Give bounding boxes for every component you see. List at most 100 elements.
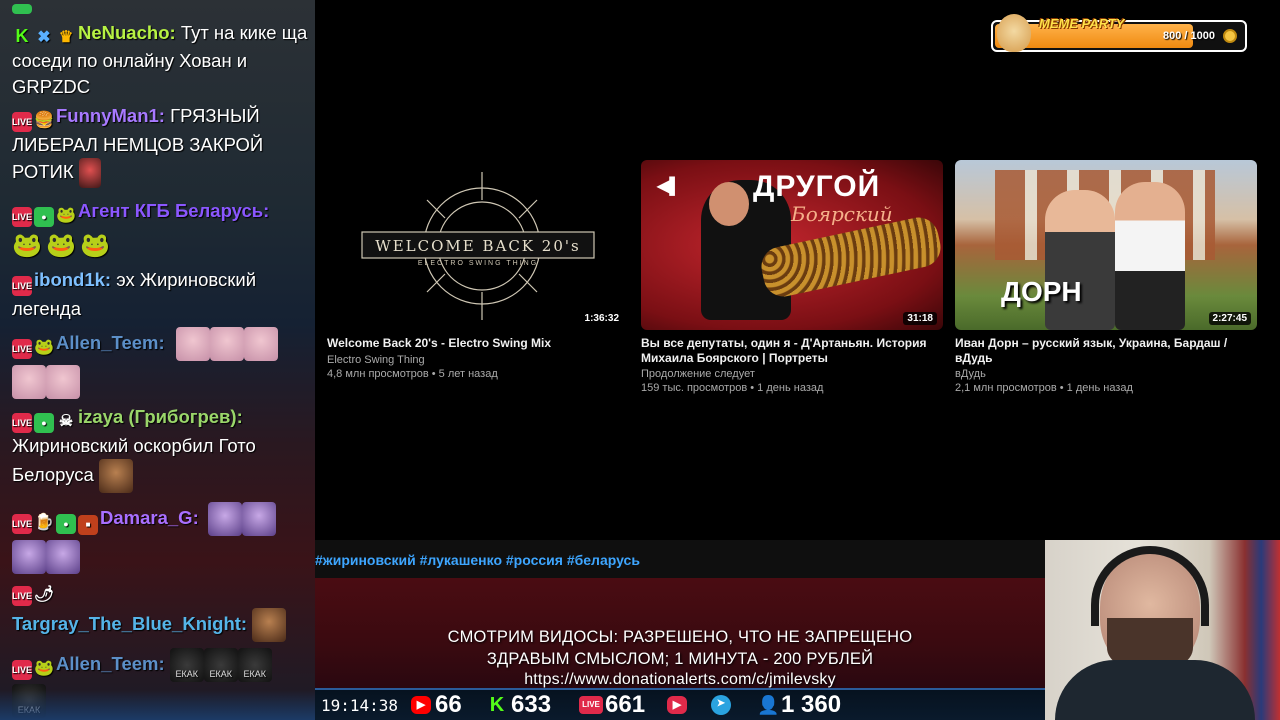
chat-message: LIVE ibond1k: эх Жириновский легенда xyxy=(12,267,308,322)
headphones-icon xyxy=(1091,546,1209,626)
chat-nick[interactable]: FunnyMan1 xyxy=(56,105,159,126)
meme-party-label: MEME PARTY xyxy=(1039,16,1125,31)
face-emote-icon xyxy=(252,608,287,642)
live-badge-icon: LIVE xyxy=(12,276,32,296)
streamer-body-icon xyxy=(1055,660,1255,720)
live-badge-icon: LIVE xyxy=(12,513,32,534)
stream-clock: 19:14:38 xyxy=(321,696,399,715)
live-badge-icon: LIVE xyxy=(12,659,32,680)
video-meta: 2,1 млн просмотров • 1 день назад xyxy=(955,382,1133,394)
video-thumbnail-title: ДОРН xyxy=(1001,276,1082,307)
video-thumbnail[interactable]: ДОРН 2:27:45 xyxy=(955,160,1257,330)
coin-icon xyxy=(1223,29,1237,43)
video-thumbnail-title: WELCOME BACK 20's xyxy=(375,237,581,255)
cat-emote-icon: ЕКАК xyxy=(12,684,46,718)
burger-badge-icon: 🍔 xyxy=(34,112,54,129)
meme-party-count: 800 / 1000 xyxy=(1163,30,1215,42)
chat-nick[interactable]: ibond1k xyxy=(34,269,105,290)
video-channel[interactable]: вДудь xyxy=(955,367,986,382)
banner-donation-link[interactable]: https://www.donationalerts.com/c/jmilevs… xyxy=(315,671,1045,689)
live-badge-icon: LIVE xyxy=(12,586,32,606)
video-duration: 31:18 xyxy=(903,312,937,325)
chat-message: K ✖ ♛ NeNuacho: Тут на кике ща соседи по он… xyxy=(12,20,308,100)
video-title[interactable]: Иван Дорн – русский язык, Украина, Барда… xyxy=(955,336,1255,366)
stream-status-bar: 19:14:38 ▶ 66 K 633 LIVE 661 ▶ ➤ 👤 1 360 xyxy=(315,688,1045,720)
video-channel[interactable]: Electro Swing Thing xyxy=(327,353,425,368)
telegram-icon: ➤ xyxy=(711,695,731,715)
video-title[interactable]: Вы все депутаты, один я - Д'Артаньян. Ис… xyxy=(641,336,941,366)
meme-party-progress: MEME PARTY 800 / 1000 xyxy=(991,14,1247,52)
skull-badge-icon: ☠ xyxy=(58,413,74,430)
face-emote-icon xyxy=(209,327,244,361)
chat-nick-separator: : xyxy=(263,200,270,221)
frog-badge-icon: 🐸 xyxy=(34,659,54,677)
frog-emote-icon: 🐸 xyxy=(12,232,42,259)
chat-message: LIVE 🍺 ● ■ Damara_G: xyxy=(12,502,308,574)
face-emote-icon xyxy=(175,327,210,361)
live-badge-icon: LIVE xyxy=(12,338,32,359)
green-badge-icon: ● xyxy=(56,513,76,534)
video-thumbnail[interactable]: ДРУГОЙ Боярский ◀▌ 31:18 xyxy=(641,160,943,330)
chat-nick[interactable]: Allen_Teem xyxy=(56,653,158,674)
doge-icon xyxy=(997,14,1031,52)
streamer-webcam xyxy=(1045,540,1280,720)
channel-logo-icon: ◀▌ xyxy=(657,178,681,195)
chat-panel: K ✖ ♛ NeNuacho: Тут на кике ща соседи по он… xyxy=(0,0,315,720)
chat-nick-separator: : xyxy=(158,652,165,674)
green-badge-icon: ● xyxy=(34,207,54,227)
video-hashtags[interactable]: #жириновский #лукашенко #россия #беларус… xyxy=(315,540,1045,578)
video-duration: 1:36:32 xyxy=(580,312,623,325)
video-channel[interactable]: Продолжение следует xyxy=(641,367,755,382)
total-viewer-count: 1 360 xyxy=(781,691,842,718)
vk-live-icon: LIVE xyxy=(579,696,603,714)
emote-face-icon xyxy=(78,158,101,188)
video-thumbnail-subtitle: ELECTRO SWING THING xyxy=(417,260,539,267)
chat-nick-separator: : xyxy=(192,506,199,528)
chat-nick-separator: : xyxy=(169,22,176,43)
chat-nick-separator: : xyxy=(104,269,112,290)
chat-text: Жириновский оскорбил Гото Белоруса xyxy=(12,435,256,485)
face-emote-icon xyxy=(46,365,80,399)
sword-badge-icon: ✖ xyxy=(37,29,51,46)
youtube-viewer-count: 66 xyxy=(435,691,462,718)
chat-nick[interactable]: NeNuacho xyxy=(78,22,170,43)
video-thumbnail-title: ДРУГОЙ xyxy=(753,170,881,203)
face-emote-icon xyxy=(12,365,46,399)
frog-emote-icon: 🐸 xyxy=(80,232,110,259)
face-emote-icon xyxy=(243,327,278,361)
frog-badge-icon: 🐸 xyxy=(34,338,54,356)
chat-nick-separator: : xyxy=(158,331,165,353)
video-thumbnail-subtitle: Боярский xyxy=(791,202,893,226)
chat-message: LIVE ● 🐸 Агент КГБ Беларусь: 🐸 🐸 🐸 xyxy=(12,198,308,263)
live-badge-icon: LIVE xyxy=(12,413,32,433)
cat-emote-icon: ЕКАК xyxy=(203,648,238,682)
vk-live-viewer-count: 661 xyxy=(605,691,646,718)
youtube-icon: ▶ xyxy=(411,696,431,714)
video-title[interactable]: Welcome Back 20's - Electro Swing Mix xyxy=(327,336,627,351)
frog-emote-icon: 🐸 xyxy=(46,232,76,259)
kick-icon: K xyxy=(489,694,505,716)
video-thumbnail[interactable]: WELCOME BACK 20's ELECTRO SWING THING 1:… xyxy=(327,160,629,330)
chat-nick[interactable]: Targray_The_Blue_Knight xyxy=(12,613,241,634)
live-badge-icon: LIVE xyxy=(12,112,32,132)
person-face-icon xyxy=(709,182,749,226)
gift-badge-icon: ■ xyxy=(78,514,98,535)
green-badge-icon: ● xyxy=(34,413,54,433)
chat-nick[interactable]: Damara_G xyxy=(100,507,193,528)
person-left-icon xyxy=(1045,190,1115,330)
kick-badge-icon: K xyxy=(15,26,29,46)
play-icon: ▶ xyxy=(667,696,687,714)
chat-nick[interactable]: Allen_Teem xyxy=(56,332,158,353)
chat-message: LIVE 🐸 Allen_Teem: xyxy=(12,327,308,399)
donation-banner: СМОТРИМ ВИДОСЫ: РАЗРЕШЕНО, ЧТО НЕ ЗАПРЕЩ… xyxy=(315,578,1045,688)
crown-badge-icon: ♛ xyxy=(58,29,74,46)
chat-message: LIVE ● ☠ izaya (Грибогрев): Жириновский оск… xyxy=(12,404,308,493)
face-emote-icon xyxy=(46,540,80,574)
chat-nick[interactable]: izaya (Грибогрев) xyxy=(78,406,237,427)
cat-emote-icon: ЕКАК xyxy=(237,648,272,682)
chat-nick-separator: : xyxy=(158,105,165,126)
video-duration: 2:27:45 xyxy=(1208,312,1251,325)
face-emote-icon xyxy=(98,459,133,493)
cat-emote-icon: ЕКАК xyxy=(169,648,204,682)
chat-nick[interactable]: Агент КГБ Беларусь xyxy=(78,200,263,221)
